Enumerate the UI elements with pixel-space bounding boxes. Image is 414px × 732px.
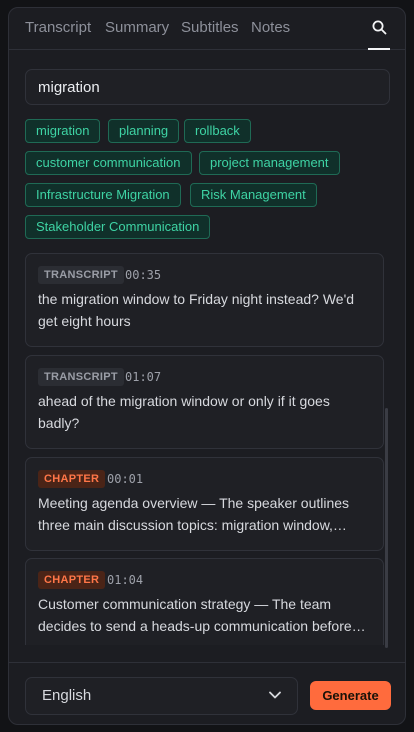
tag-chip[interactable]: project management: [199, 151, 340, 175]
results-scrollbar[interactable]: [385, 408, 388, 648]
search-input[interactable]: [25, 69, 390, 105]
result-type-badge: CHAPTER: [38, 470, 106, 488]
tag-chip[interactable]: migration: [25, 119, 101, 143]
result-type-badge: TRANSCRIPT: [38, 368, 124, 386]
generate-button[interactable]: Generate: [310, 681, 391, 710]
tag-chip[interactable]: rollback: [184, 119, 251, 143]
tab-search[interactable]: [363, 8, 395, 50]
search-icon: [372, 20, 387, 35]
tag-chip[interactable]: Stakeholder Communication: [25, 215, 211, 239]
language-select[interactable]: English: [25, 677, 298, 715]
tab-summary[interactable]: Summary: [105, 19, 169, 37]
result-text: the migration window to Friday night ins…: [38, 291, 355, 329]
results-list[interactable]: TRANSCRIPT 00:35 the migration window to…: [25, 253, 391, 645]
search-panel: Transcript Summary Subtitles Notes migra…: [8, 7, 406, 725]
chevron-down-icon: [269, 691, 281, 699]
result-timestamp: 01:07: [125, 370, 162, 384]
tab-transcript[interactable]: Transcript: [25, 19, 91, 37]
tab-bar: Transcript Summary Subtitles Notes: [9, 8, 405, 50]
tab-notes[interactable]: Notes: [251, 19, 290, 37]
result-type-badge: CHAPTER: [38, 571, 106, 589]
tag-chip[interactable]: Risk Management: [190, 183, 317, 207]
tab-subtitles[interactable]: Subtitles: [181, 19, 239, 37]
footer: English Generate: [9, 662, 405, 724]
tag-chip[interactable]: planning: [108, 119, 180, 143]
result-card[interactable]: CHAPTER 00:01 Meeting agenda overview — …: [25, 457, 384, 551]
active-tab-indicator: [368, 48, 390, 50]
tag-chip[interactable]: Infrastructure Migration: [25, 183, 181, 207]
language-value: English: [42, 687, 92, 704]
result-timestamp: 01:04: [107, 573, 144, 587]
tag-chip[interactable]: customer communication: [25, 151, 192, 175]
result-text: Customer communication strategy — The te…: [38, 596, 352, 634]
result-card[interactable]: CHAPTER 01:04 Customer communication str…: [25, 558, 384, 645]
result-type-badge: TRANSCRIPT: [38, 266, 124, 284]
result-card[interactable]: TRANSCRIPT 00:35 the migration window to…: [25, 253, 384, 347]
result-timestamp: 00:01: [107, 472, 144, 486]
result-timestamp: 00:35: [125, 268, 162, 282]
result-card[interactable]: TRANSCRIPT 01:07 ahead of the migration …: [25, 355, 384, 449]
result-text: ahead of the migration window or only if…: [38, 393, 330, 431]
result-text: Meeting agenda overview — The speaker ou…: [38, 495, 350, 533]
